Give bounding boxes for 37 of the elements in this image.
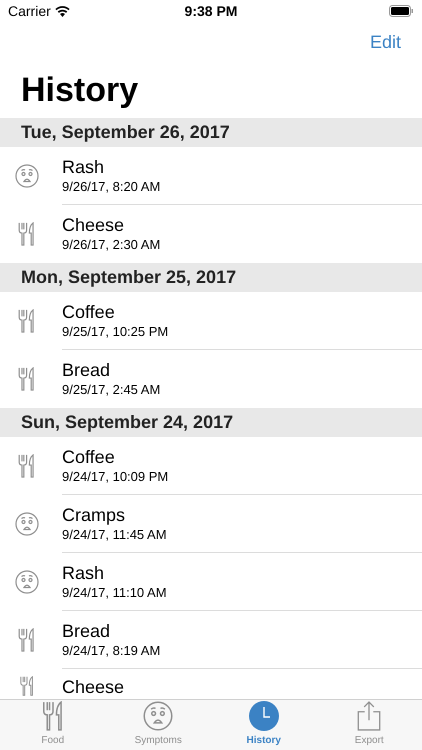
entry-name: Rash — [62, 156, 106, 178]
entry-time: 9/26/17, 2:30 AM — [62, 236, 162, 254]
entry-name: Coffee — [62, 446, 116, 468]
entry-name: Cramps — [62, 504, 126, 526]
fork-knife-icon — [40, 701, 65, 731]
share-icon — [357, 701, 382, 731]
entry-time: 9/24/17, 11:10 AM — [62, 584, 168, 602]
carrier-label: Carrier — [8, 2, 51, 20]
wifi-icon — [54, 6, 70, 16]
entry-name: Rash — [62, 562, 106, 584]
entry-time: 9/25/17, 2:45 AM — [62, 381, 162, 399]
tab[interactable]: Export — [316, 700, 422, 750]
entry-name: Cheese — [62, 214, 126, 236]
battery-icon — [389, 5, 414, 17]
fork-knife-icon — [19, 676, 35, 696]
time-label: 9:38 PM — [184, 2, 238, 20]
tab[interactable]: Food — [0, 700, 106, 750]
entry-time: 9/24/17, 8:19 AM — [62, 642, 162, 660]
worried-face-icon — [15, 570, 39, 594]
entry-name: Bread — [62, 359, 112, 381]
entry-time: 9/26/17, 8:20 AM — [62, 178, 162, 196]
entry-name: Cheese — [62, 676, 126, 698]
entry-time: 9/25/17, 10:25 PM — [62, 322, 170, 340]
tab[interactable]: History — [211, 700, 316, 750]
entry-time: 9/24/17, 11:45 AM — [62, 526, 168, 544]
section-header: Tue, September 26, 2017 — [0, 118, 422, 147]
edit-button[interactable]: Edit — [370, 28, 401, 56]
entry-name: Bread — [62, 620, 112, 642]
section-header: Mon, September 25, 2017 — [0, 263, 422, 292]
tab[interactable]: Symptoms — [106, 700, 211, 750]
worried-face-icon — [15, 164, 39, 188]
entry-name: Coffee — [62, 300, 116, 322]
worried-face-icon — [15, 512, 39, 536]
page-title: History — [21, 70, 138, 110]
worried-face-icon — [143, 701, 174, 731]
entry-time: 9/24/17, 10:09 PM — [62, 468, 170, 486]
section-header: Sun, September 24, 2017 — [0, 408, 422, 437]
